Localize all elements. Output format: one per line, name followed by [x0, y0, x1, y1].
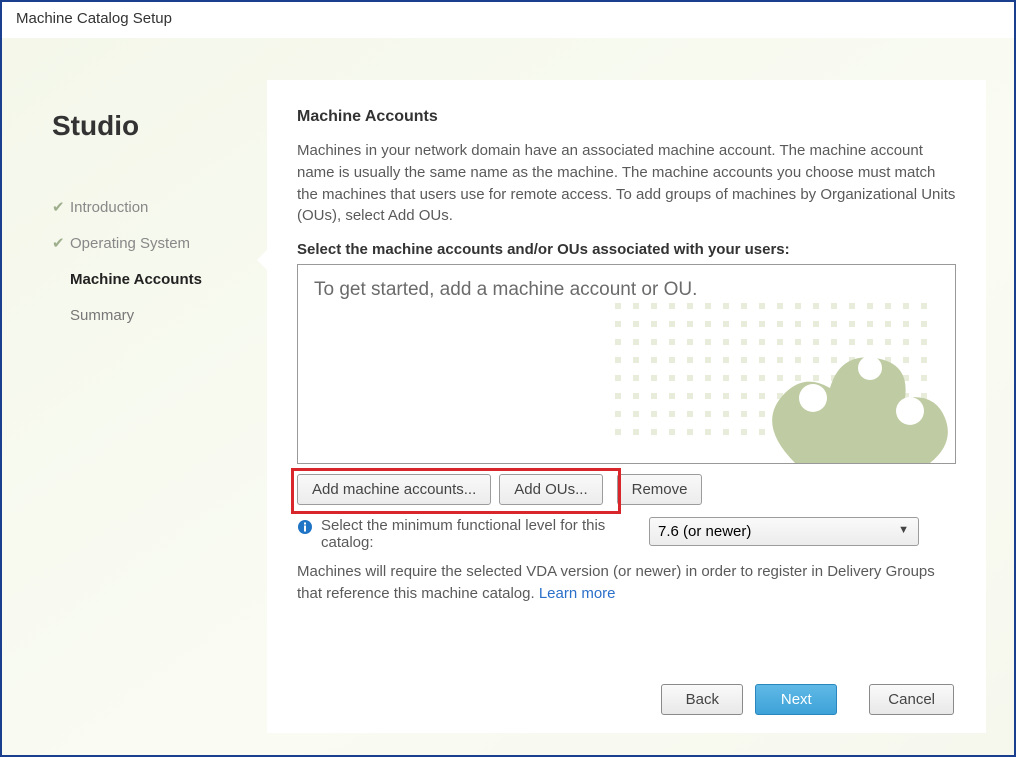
add-ous-button[interactable]: Add OUs...	[499, 474, 602, 505]
check-icon: ✔	[52, 198, 70, 216]
functional-level-row: Select the minimum functional level for …	[297, 517, 956, 551]
panel-content: Machine Accounts Machines in your networ…	[267, 80, 986, 733]
page-description: Machines in your network domain have an …	[297, 140, 956, 227]
action-buttons-row: Add machine accounts... Add OUs... Remov…	[297, 474, 956, 505]
info-icon	[297, 519, 313, 535]
wizard-window: Machine Catalog Setup Studio ✔ Introduct…	[0, 0, 1016, 757]
step-operating-system[interactable]: ✔ Operating System	[52, 234, 267, 252]
vda-note: Machines will require the selected VDA v…	[297, 561, 956, 605]
accounts-listbox[interactable]: To get started, add a machine account or…	[297, 264, 956, 464]
step-label: Operating System	[70, 235, 190, 252]
wizard-body: Studio ✔ Introduction ✔ Operating System…	[2, 38, 1014, 755]
functional-level-label: Select the minimum functional level for …	[321, 517, 641, 551]
step-label: Introduction	[70, 199, 148, 216]
page-heading: Machine Accounts	[297, 108, 956, 126]
window-title: Machine Catalog Setup	[2, 2, 1014, 38]
wizard-footer: Back Next Cancel	[297, 670, 956, 715]
vda-note-text: Machines will require the selected VDA v…	[297, 563, 935, 602]
step-label: Summary	[70, 307, 134, 324]
learn-more-link[interactable]: Learn more	[539, 585, 616, 602]
back-button[interactable]: Back	[661, 684, 743, 715]
brand-title: Studio	[52, 110, 267, 142]
add-machine-accounts-button[interactable]: Add machine accounts...	[297, 474, 491, 505]
step-summary[interactable]: ✔ Summary	[52, 306, 267, 324]
remove-button[interactable]: Remove	[617, 474, 703, 505]
functional-level-select-wrap: 7.6 (or newer)	[649, 517, 919, 546]
decorative-graphic	[495, 283, 955, 463]
select-prompt: Select the machine accounts and/or OUs a…	[297, 241, 956, 258]
next-button[interactable]: Next	[755, 684, 837, 715]
cancel-button[interactable]: Cancel	[869, 684, 954, 715]
step-label: Machine Accounts	[70, 271, 202, 288]
main-panel: Machine Accounts Machines in your networ…	[267, 80, 986, 733]
step-introduction[interactable]: ✔ Introduction	[52, 198, 267, 216]
functional-level-select[interactable]: 7.6 (or newer)	[649, 517, 919, 546]
wizard-steps: ✔ Introduction ✔ Operating System ✔ Mach…	[52, 198, 267, 324]
listbox-placeholder: To get started, add a machine account or…	[314, 279, 697, 300]
sidebar: Studio ✔ Introduction ✔ Operating System…	[2, 38, 267, 755]
check-icon: ✔	[52, 234, 70, 252]
step-machine-accounts[interactable]: ✔ Machine Accounts	[52, 270, 267, 288]
